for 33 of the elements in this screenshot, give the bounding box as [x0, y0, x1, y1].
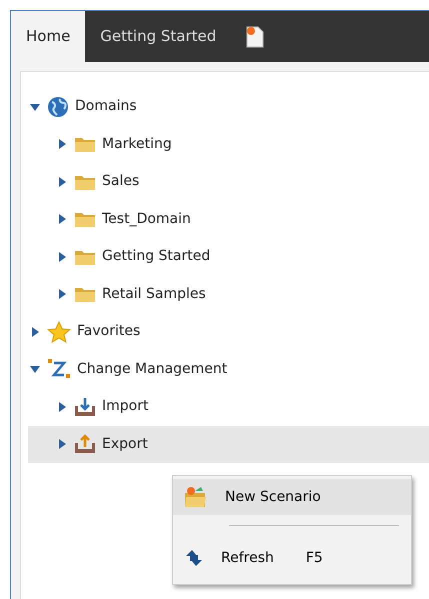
tree-item-label[interactable]: Getting Started: [102, 246, 210, 268]
menu-item[interactable]: Refresh F5: [173, 540, 411, 576]
expand-arrow-icon[interactable]: [56, 250, 68, 263]
tree-item-label[interactable]: Test_Domain: [102, 208, 191, 230]
tree-item-label[interactable]: Change Management: [77, 358, 228, 380]
expand-arrow-icon[interactable]: [56, 288, 68, 300]
tray-down-arrow-icon: [74, 396, 96, 417]
expand-arrow-icon[interactable]: [29, 326, 41, 338]
tree-item-label[interactable]: Import: [102, 396, 148, 418]
tree-item-label[interactable]: Sales: [102, 171, 140, 192]
folder-icon: [74, 285, 96, 304]
tree-item-label[interactable]: Marketing: [102, 134, 172, 155]
tree-item-label[interactable]: Favorites: [77, 321, 140, 342]
folder-icon: [74, 135, 96, 154]
tab[interactable]: Home: [11, 11, 86, 62]
star-icon: [47, 320, 71, 343]
expand-arrow-icon[interactable]: [56, 400, 68, 413]
globe-icon: [47, 96, 69, 118]
menu-item[interactable]: New Scenario: [173, 479, 411, 515]
folder-icon: [74, 210, 96, 228]
expand-arrow-icon[interactable]: [56, 438, 68, 450]
z-arrow-icon: [47, 358, 71, 380]
expand-arrow-icon[interactable]: [56, 213, 68, 226]
collapse-arrow-icon[interactable]: [29, 363, 41, 376]
tree-item-label[interactable]: Domains: [75, 96, 137, 118]
expand-arrow-icon[interactable]: [56, 138, 68, 150]
expand-arrow-icon[interactable]: [56, 176, 68, 188]
folder-sparkle-icon: [183, 485, 209, 509]
tree-item-label[interactable]: Export: [102, 434, 148, 455]
tray-up-arrow-icon: [74, 434, 96, 454]
tree-item-label[interactable]: Retail Samples: [102, 284, 206, 305]
tab[interactable]: Getting Started: [85, 11, 232, 62]
new-document-icon: [246, 26, 264, 48]
